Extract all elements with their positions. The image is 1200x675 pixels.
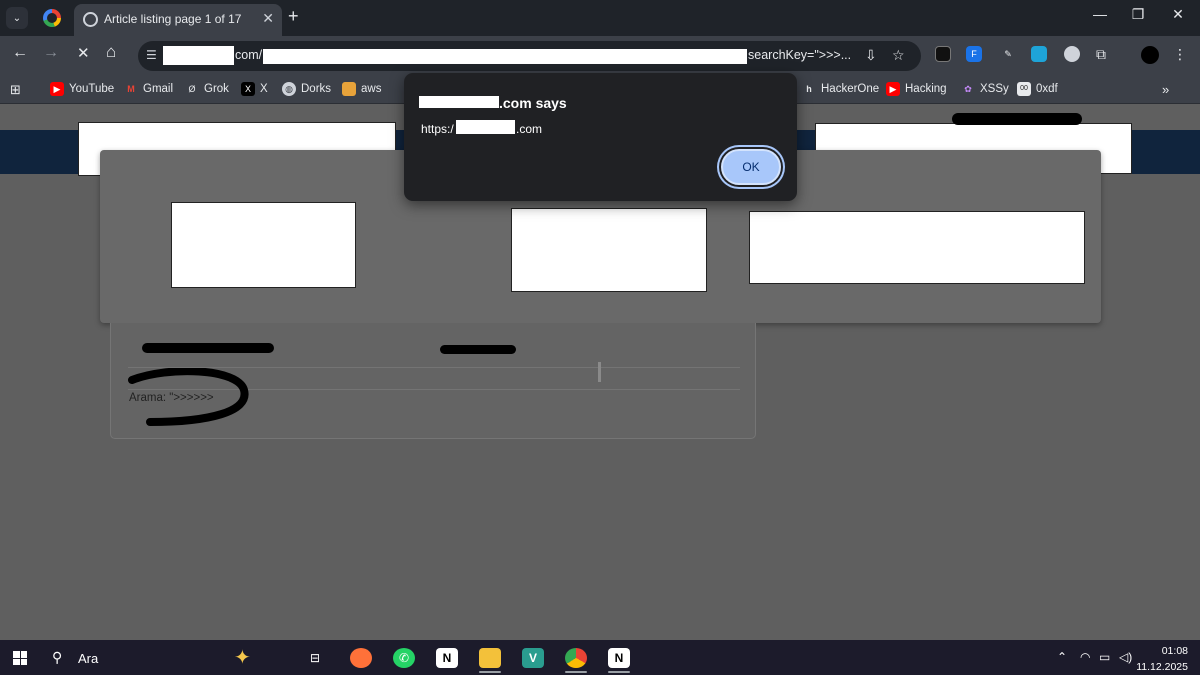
copilot-sparkle-icon[interactable]: ✦ bbox=[234, 645, 251, 670]
tab-search-button[interactable]: ⌄ bbox=[6, 7, 28, 29]
youtube-icon: ▶ bbox=[50, 82, 64, 96]
redacted-scribble-top bbox=[952, 113, 1082, 125]
redacted-url bbox=[263, 49, 747, 64]
bookmark-aws[interactable]: aws bbox=[342, 82, 381, 96]
bookmark-hacking[interactable]: ▶ Hacking bbox=[886, 82, 947, 96]
google-icon[interactable] bbox=[43, 9, 61, 27]
minimize-button[interactable]: — bbox=[1080, 6, 1120, 22]
bookmark-xssy[interactable]: ✿ XSSy bbox=[961, 82, 1009, 96]
install-app-icon[interactable]: ⇩ bbox=[865, 47, 877, 64]
forward-button[interactable]: → bbox=[43, 44, 59, 62]
redacted-link-2[interactable] bbox=[440, 345, 516, 354]
windows-start-icon[interactable] bbox=[13, 651, 27, 665]
globe-icon: ◍ bbox=[282, 82, 296, 96]
bookmark-x[interactable]: X X bbox=[241, 82, 268, 96]
tab-close-icon[interactable]: ✕ bbox=[262, 10, 274, 27]
active-indicator bbox=[608, 671, 630, 673]
loading-spinner-icon bbox=[83, 12, 98, 27]
redacted-filter-3 bbox=[749, 211, 1085, 284]
redacted-domain bbox=[163, 46, 234, 65]
file-explorer-icon[interactable] bbox=[479, 648, 501, 668]
back-button[interactable]: ← bbox=[12, 44, 28, 62]
bookmark-gmail[interactable]: M Gmail bbox=[124, 82, 173, 96]
new-tab-button[interactable]: + bbox=[288, 6, 299, 27]
tray-chevron-icon[interactable]: ⌃ bbox=[1057, 650, 1067, 664]
wifi-icon[interactable]: ◠ bbox=[1080, 650, 1090, 664]
alert-dialog: .com says https:/ .com OK bbox=[404, 73, 797, 201]
dialog-title: .com says bbox=[499, 95, 567, 111]
whatsapp-icon[interactable]: ✆ bbox=[393, 648, 415, 668]
url-query: searchKey=">>>... bbox=[748, 48, 852, 62]
0xdf-icon: 00 bbox=[1017, 82, 1031, 96]
resize-handle[interactable] bbox=[598, 362, 601, 382]
system-clock[interactable]: 01:08 11.12.2025 bbox=[1136, 643, 1188, 675]
stop-loading-button[interactable]: ✕ bbox=[77, 44, 90, 62]
notion-icon[interactable]: N bbox=[436, 648, 458, 668]
aws-icon bbox=[342, 82, 356, 96]
redacted-filter-2 bbox=[511, 208, 707, 292]
more-bookmarks-icon[interactable]: » bbox=[1162, 82, 1169, 97]
home-button[interactable]: ⌂ bbox=[106, 42, 116, 62]
profile-avatar[interactable] bbox=[1141, 46, 1159, 64]
windows-taskbar: ⚲ Ara ✦ bbox=[0, 640, 1200, 675]
x-icon: X bbox=[241, 82, 255, 96]
redacted-scribble-curve bbox=[128, 368, 249, 426]
menu-kebab-icon[interactable]: ⋮ bbox=[1172, 46, 1188, 62]
task-view-icon[interactable]: ⊟ bbox=[304, 648, 326, 668]
bookmark-grok[interactable]: Ø Grok bbox=[185, 82, 228, 96]
firefox-icon[interactable] bbox=[350, 648, 372, 668]
ok-button[interactable]: OK bbox=[721, 149, 781, 185]
address-bar[interactable]: ☰ com/ searchKey=">>>... ⇩ ☆ bbox=[138, 41, 921, 71]
tab-title: Article listing page 1 of 17 bbox=[104, 12, 242, 26]
taskbar-search-input[interactable]: Ara bbox=[78, 651, 98, 666]
hackerone-icon: h bbox=[806, 84, 812, 94]
extensions-puzzle-icon[interactable]: ⧉ bbox=[1093, 46, 1109, 62]
veracrypt-icon[interactable]: V bbox=[522, 648, 544, 668]
redacted-filter-1 bbox=[171, 202, 356, 288]
search-icon[interactable]: ⚲ bbox=[52, 649, 62, 666]
bookmark-hackerone[interactable]: h HackerOne bbox=[802, 82, 879, 96]
redacted-dialog-message bbox=[456, 120, 515, 134]
dialog-message-suffix: .com bbox=[516, 122, 543, 136]
notion-icon[interactable]: N bbox=[608, 648, 630, 668]
apps-grid-icon[interactable]: ⊞ bbox=[10, 82, 21, 98]
bookmark-dorks[interactable]: ◍ Dorks bbox=[282, 82, 331, 96]
tab-strip: ⌄ Article listing page 1 of 17 ✕ + — ❐ ✕ bbox=[0, 0, 1200, 36]
bookmark-star-icon[interactable]: ☆ bbox=[892, 47, 905, 64]
extension-2-icon[interactable]: F bbox=[966, 46, 982, 62]
chrome-icon[interactable] bbox=[565, 648, 587, 668]
bookmark-0xdf[interactable]: 00 0xdf bbox=[1017, 82, 1058, 96]
site-info-icon[interactable]: ☰ bbox=[146, 48, 157, 62]
volume-icon[interactable]: ◁) bbox=[1119, 650, 1132, 664]
gmail-icon: M bbox=[127, 84, 135, 94]
battery-icon[interactable]: ▭ bbox=[1099, 650, 1110, 664]
dropper-icon[interactable]: ✎ bbox=[1000, 46, 1016, 62]
active-indicator bbox=[565, 671, 587, 673]
xssy-icon: ✿ bbox=[964, 84, 972, 94]
dialog-message-prefix: https:/ bbox=[421, 122, 454, 136]
extension-1-icon[interactable] bbox=[935, 46, 951, 62]
window-close-button[interactable]: ✕ bbox=[1158, 6, 1198, 23]
youtube-icon: ▶ bbox=[886, 82, 900, 96]
redacted-dialog-domain bbox=[419, 96, 499, 108]
extension-4-icon[interactable] bbox=[1064, 46, 1080, 62]
grok-icon: Ø bbox=[188, 84, 196, 94]
browser-tab-active[interactable]: Article listing page 1 of 17 ✕ bbox=[74, 4, 282, 36]
extension-3-icon[interactable] bbox=[1031, 46, 1047, 62]
restore-button[interactable]: ❐ bbox=[1118, 6, 1158, 23]
active-indicator bbox=[479, 671, 501, 673]
redacted-link-1[interactable] bbox=[142, 343, 274, 353]
url-path: com/ bbox=[235, 48, 263, 62]
bookmark-youtube[interactable]: ▶ YouTube bbox=[50, 82, 114, 96]
